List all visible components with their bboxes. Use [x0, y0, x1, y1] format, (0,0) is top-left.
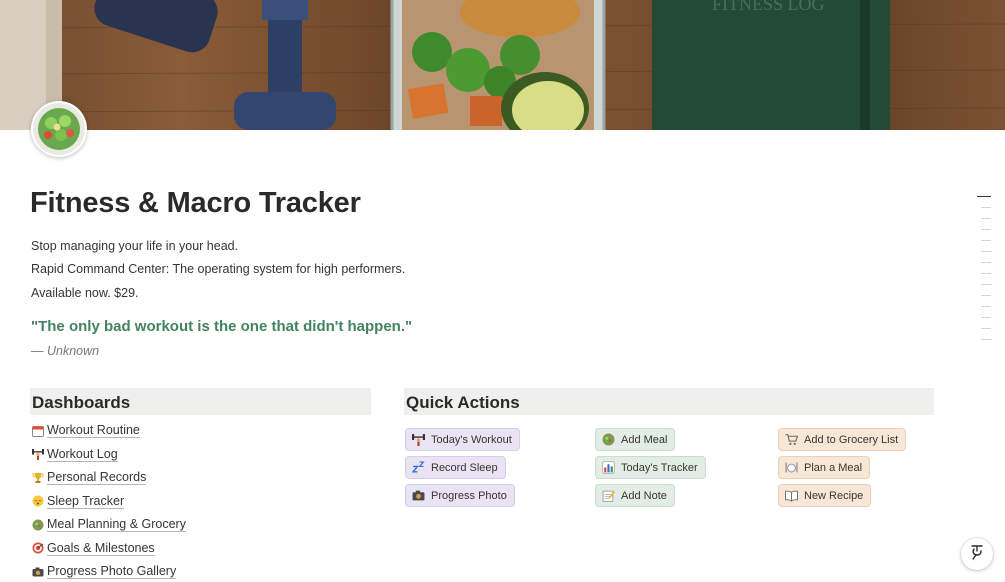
- button-label: Add Meal: [621, 433, 668, 446]
- salad-icon: [602, 433, 615, 446]
- dashboards-heading: Dashboards: [30, 388, 371, 415]
- ai-face-icon: [968, 543, 986, 566]
- button-label: Add to Grocery List: [804, 433, 899, 446]
- ai-assistant-button[interactable]: [961, 538, 993, 570]
- button-label: Progress Photo: [431, 489, 507, 502]
- add-note-button[interactable]: Add Note: [595, 484, 675, 507]
- quick-actions-heading: Quick Actions: [404, 388, 934, 415]
- outline-tick[interactable]: [981, 218, 991, 219]
- button-label: New Recipe: [804, 489, 864, 502]
- dashboard-link-label: Sleep Tracker: [47, 493, 125, 509]
- dashboard-link-personal-records[interactable]: Personal Records: [31, 466, 186, 490]
- dashboard-link-label: Workout Routine: [47, 423, 140, 439]
- button-label: Today's Tracker: [621, 461, 698, 474]
- outline-tick[interactable]: [981, 251, 991, 252]
- camera-icon: [31, 565, 44, 578]
- todays-tracker-button[interactable]: Today's Tracker: [595, 456, 706, 479]
- dashboard-link-label: Workout Log: [47, 446, 118, 462]
- plan-a-meal-button[interactable]: Plan a Meal: [778, 456, 871, 479]
- dashboard-link-meal-planning[interactable]: Meal Planning & Grocery: [31, 513, 186, 537]
- outline-tick[interactable]: [981, 306, 991, 307]
- open-book-icon: [785, 489, 798, 502]
- page-outline[interactable]: [977, 196, 991, 350]
- page-title: Fitness & Macro Tracker: [30, 187, 361, 219]
- dashboard-link-workout-log[interactable]: Workout Log: [31, 443, 186, 467]
- cover-image: FITNESS LOG: [0, 0, 1005, 130]
- button-label: Today's Workout: [431, 433, 512, 446]
- outline-tick[interactable]: [981, 273, 991, 274]
- salad-icon: [31, 518, 44, 531]
- dashboard-link-label: Progress Photo Gallery: [47, 564, 177, 580]
- shopping-cart-icon: [785, 433, 798, 446]
- intro-paragraph: Stop managing your life in your head.: [31, 239, 239, 253]
- todays-workout-button[interactable]: Today's Workout: [405, 428, 520, 451]
- dashboard-link-label: Personal Records: [47, 470, 147, 486]
- dashboard-link-workout-routine[interactable]: Workout Routine: [31, 419, 186, 443]
- outline-tick[interactable]: [981, 284, 991, 285]
- quote-author: — Unknown: [31, 344, 100, 358]
- dashboard-link-label: Meal Planning & Grocery: [47, 517, 186, 533]
- bar-chart-icon: [602, 461, 615, 474]
- weightlifter-icon: [412, 433, 425, 446]
- fork-knife-plate-icon: [785, 461, 798, 474]
- outline-tick[interactable]: [981, 207, 991, 208]
- trophy-icon: [31, 471, 44, 484]
- camera-icon: [412, 489, 425, 502]
- target-icon: [31, 542, 44, 555]
- zzz-icon: [412, 461, 425, 474]
- weightlifter-icon: [31, 448, 44, 461]
- outline-tick[interactable]: [981, 328, 991, 329]
- add-to-grocery-list-button[interactable]: Add to Grocery List: [778, 428, 907, 451]
- calendar-icon: [31, 424, 44, 437]
- record-sleep-button[interactable]: Record Sleep: [405, 456, 506, 479]
- intro-paragraph: Rapid Command Center: The operating syst…: [31, 262, 406, 276]
- add-meal-button[interactable]: Add Meal: [595, 428, 676, 451]
- outline-tick[interactable]: [977, 196, 991, 197]
- outline-tick[interactable]: [981, 339, 991, 340]
- motivational-quote: "The only bad workout is the one that di…: [31, 318, 413, 335]
- memo-icon: [602, 489, 615, 502]
- button-label: Plan a Meal: [804, 461, 863, 474]
- button-label: Record Sleep: [431, 461, 498, 474]
- dashboard-link-sleep-tracker[interactable]: Sleep Tracker: [31, 490, 186, 514]
- outline-tick[interactable]: [981, 229, 991, 230]
- new-recipe-button[interactable]: New Recipe: [778, 484, 872, 507]
- outline-tick[interactable]: [981, 240, 991, 241]
- cover-notebook-text: FITNESS LOG: [712, 0, 825, 14]
- sleeping-face-icon: [31, 495, 44, 508]
- outline-tick[interactable]: [981, 317, 991, 318]
- outline-tick[interactable]: [981, 295, 991, 296]
- dashboards-list: Workout Routine Workout Log Personal Rec…: [31, 419, 186, 582]
- price-paragraph: Available now. $29.: [31, 286, 139, 300]
- button-label: Add Note: [621, 489, 667, 502]
- progress-photo-button[interactable]: Progress Photo: [405, 484, 515, 507]
- dashboard-link-label: Goals & Milestones: [47, 540, 155, 556]
- outline-tick[interactable]: [981, 262, 991, 263]
- dashboard-link-goals[interactable]: Goals & Milestones: [31, 537, 186, 561]
- dashboard-link-progress-photos[interactable]: Progress Photo Gallery: [31, 560, 186, 582]
- page-icon-salad[interactable]: [31, 101, 87, 157]
